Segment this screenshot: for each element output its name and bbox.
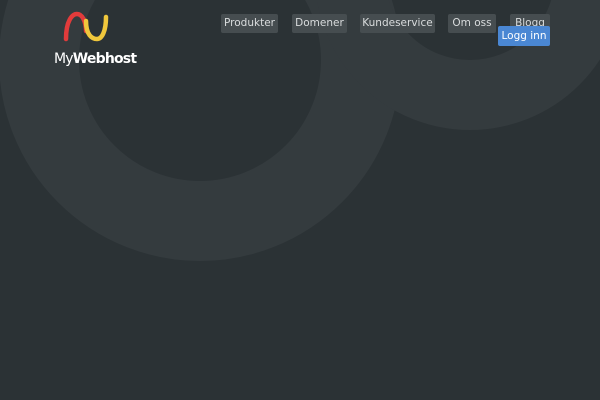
logo-text-main: Webhost <box>72 51 137 67</box>
logo-wave-icon <box>63 11 109 42</box>
nav-item-kundeservice[interactable]: Kundeservice <box>360 14 435 33</box>
nav-item-domener[interactable]: Domener <box>292 14 347 33</box>
nav-item-produkter[interactable]: Produkter <box>221 14 278 33</box>
logo-text-prefix: My <box>54 51 74 67</box>
logo-wordmark: MyWebhost <box>54 51 137 67</box>
logo[interactable]: MyWebhost <box>54 9 137 71</box>
login-button[interactable]: Logg inn <box>498 26 550 46</box>
nav-item-om-oss[interactable]: Om oss <box>448 14 496 33</box>
